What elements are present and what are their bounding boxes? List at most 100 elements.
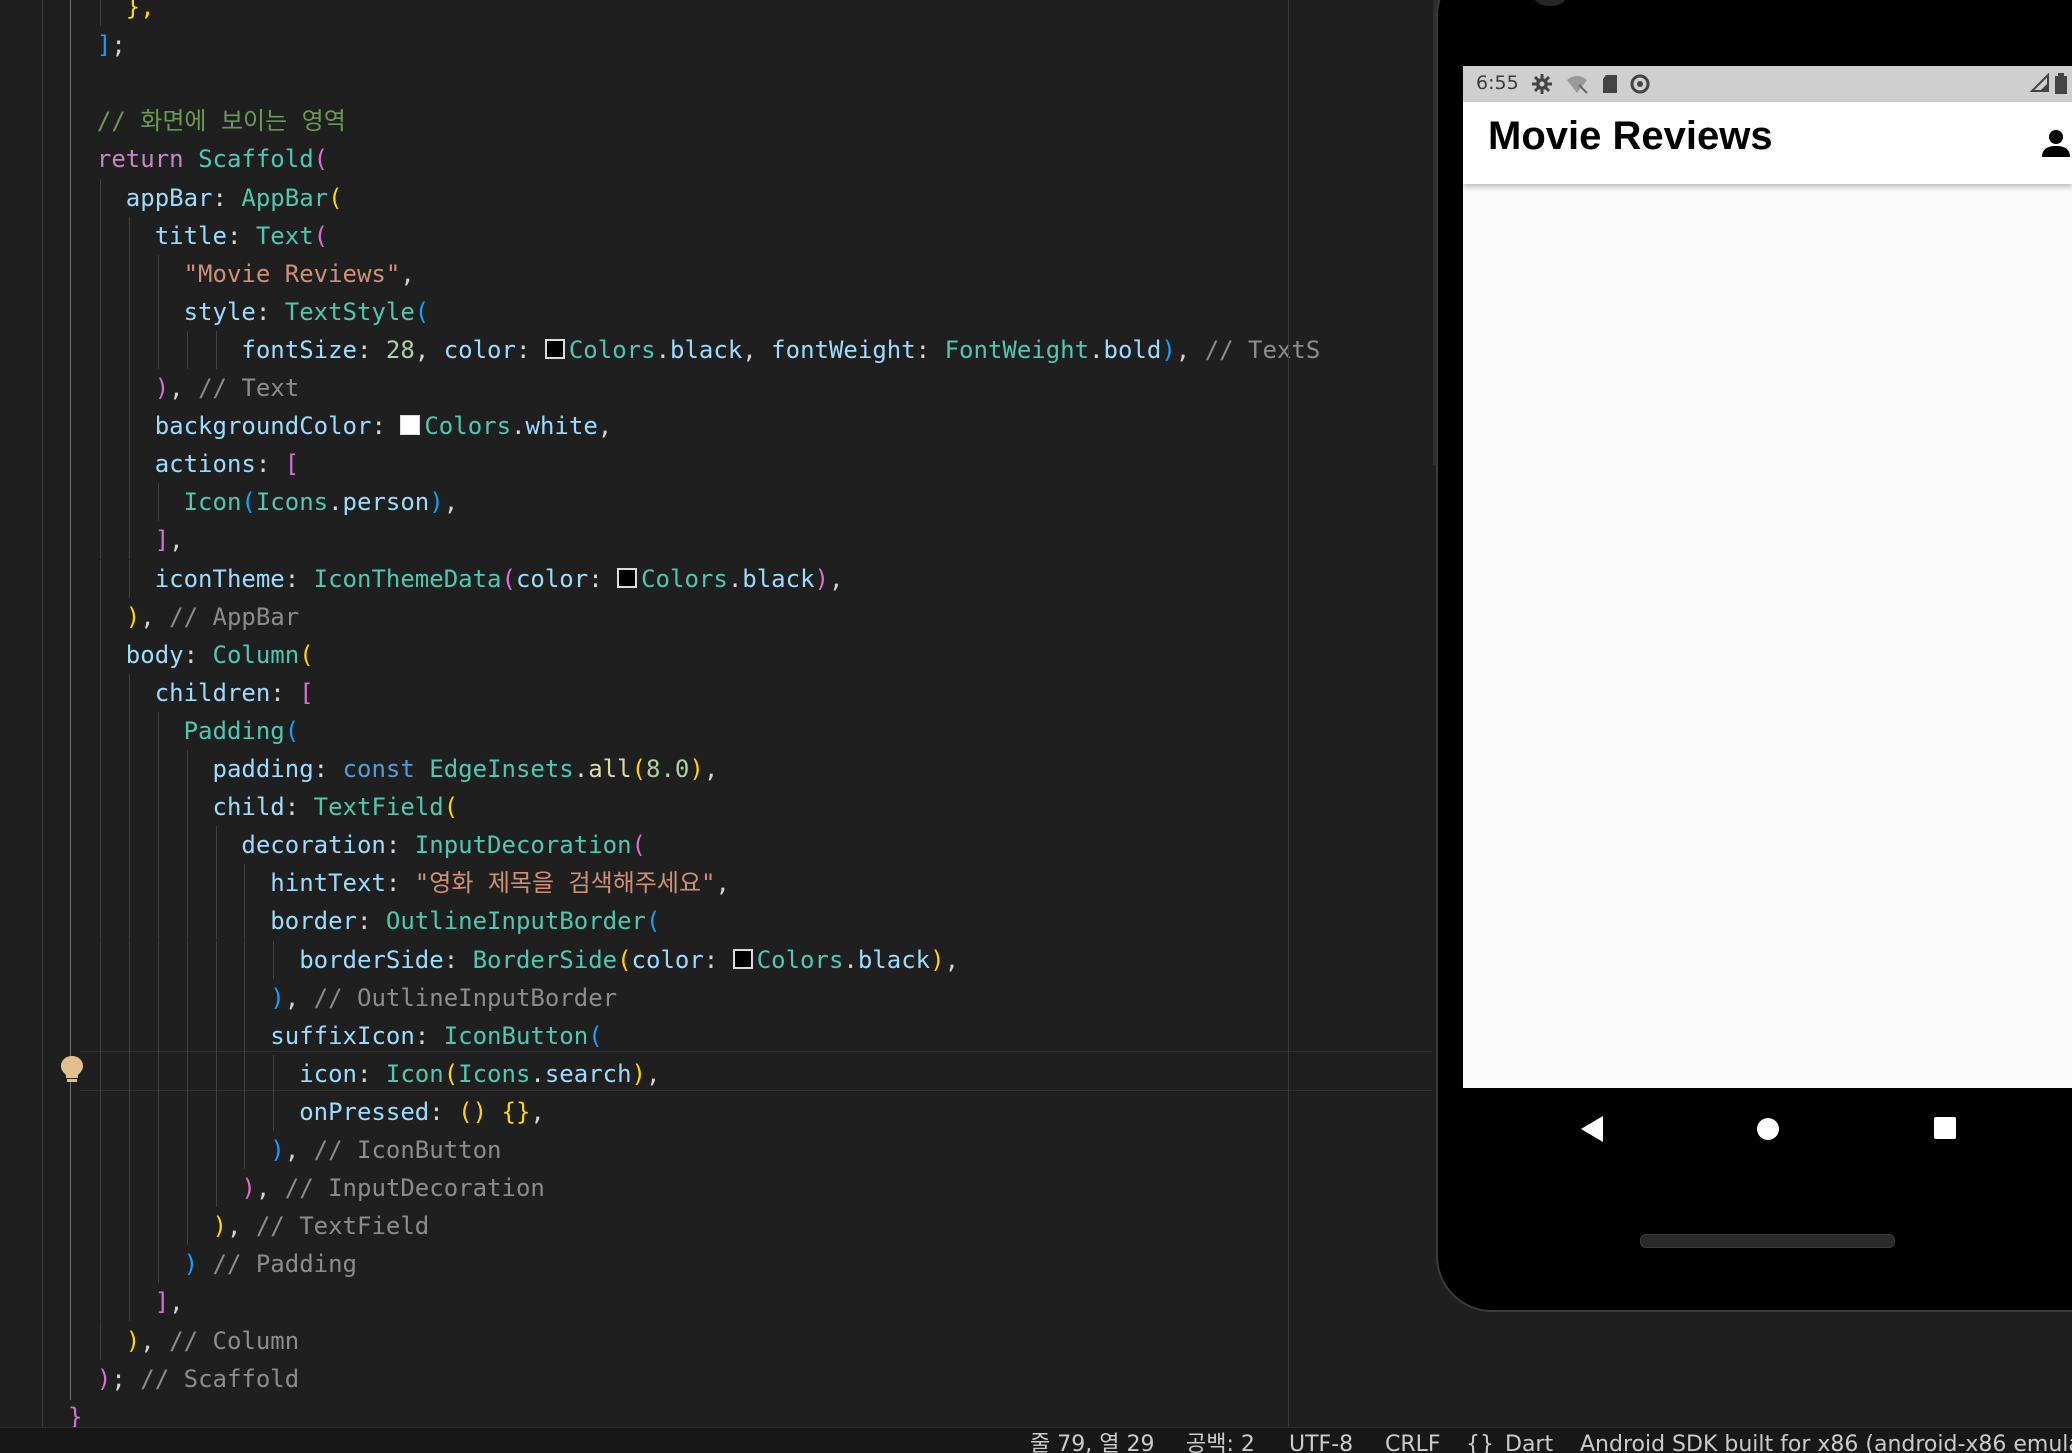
code-line[interactable]: "Movie Reviews",	[68, 255, 415, 293]
indent-guide	[186, 1054, 188, 1093]
code-token: hintText	[270, 869, 386, 898]
code-editor[interactable]: }, ]; // 화면에 보이는 영역 return Scaffold( app…	[0, 0, 1433, 1427]
code-token: (	[284, 716, 300, 745]
code-line[interactable]: suffixIcon: IconButton(	[68, 1017, 602, 1055]
recents-square-icon[interactable]	[1933, 1116, 1957, 1140]
code-token: // AppBar	[169, 602, 300, 631]
lightbulb-icon[interactable]	[58, 1054, 86, 1084]
code-token: .	[655, 335, 671, 364]
indentation[interactable]: 공백: 2	[1186, 1428, 1255, 1453]
indent-guide	[128, 254, 130, 293]
home-circle-icon[interactable]	[1755, 1116, 1781, 1142]
signal-icon	[2030, 73, 2049, 92]
code-token: (	[443, 1059, 459, 1088]
code-token: ,	[140, 602, 170, 631]
code-line[interactable]: padding: const EdgeInsets.all(8.0),	[68, 750, 719, 788]
code-token: Icons	[255, 488, 329, 517]
code-line[interactable]: Padding(	[68, 712, 300, 750]
indent-guide	[99, 597, 101, 636]
code-line[interactable]: ); // Scaffold	[68, 1360, 299, 1398]
code-token: ;	[111, 31, 126, 60]
code-token: :	[385, 869, 415, 898]
indent-guide	[99, 940, 101, 979]
code-line[interactable]: ), // Text	[68, 369, 300, 407]
code-line[interactable]: actions: [	[68, 445, 300, 483]
code-line[interactable]: ), // OutlineInputBorder	[68, 979, 617, 1017]
device-selector[interactable]: Android SDK built for x86 (android-x86 e…	[1580, 1428, 2072, 1453]
indent-guide	[128, 1283, 130, 1322]
code-token: fontSize	[241, 335, 357, 364]
code-token: 8.0	[646, 755, 690, 783]
language-braces-icon: {}	[1466, 1432, 1494, 1453]
code-line[interactable]: Icon(Icons.person),	[68, 483, 459, 521]
indent-guide	[128, 407, 130, 446]
code-line[interactable]: ],	[68, 1283, 184, 1321]
code-token: Colors	[424, 412, 512, 441]
code-line[interactable]: return Scaffold(	[68, 140, 328, 178]
code-line[interactable]: iconTheme: IconThemeData(color: Colors.b…	[68, 560, 844, 598]
indent-guide	[128, 1016, 130, 1055]
language-mode[interactable]: Dart	[1505, 1428, 1553, 1453]
indent-guide	[186, 1207, 188, 1246]
code-line[interactable]: onPressed: () {},	[68, 1093, 545, 1131]
code-line[interactable]: ), // IconButton	[68, 1131, 501, 1169]
code-line[interactable]: // 화면에 보이는 영역	[68, 102, 346, 140]
phone-screen[interactable]: 6:55 Movie Reviews	[1463, 66, 2072, 1088]
code-line[interactable]: ), // InputDecoration	[68, 1169, 544, 1207]
code-line[interactable]: }	[68, 1398, 82, 1427]
indent-guide	[215, 1054, 217, 1093]
code-line[interactable]: ) // Padding	[68, 1245, 357, 1283]
person-icon[interactable]	[2041, 128, 2071, 158]
color-swatch[interactable]	[732, 948, 753, 969]
code-line[interactable]: backgroundColor: Colors.white,	[68, 407, 613, 445]
code-line[interactable]: child: TextField(	[68, 788, 459, 826]
code-line[interactable]: borderSide: BorderSide(color: Colors.bla…	[68, 941, 959, 979]
indent-guide	[99, 711, 101, 750]
code-line[interactable]: ), // AppBar	[68, 598, 299, 636]
code-line[interactable]: body: Column(	[68, 636, 314, 674]
code-line[interactable]: ), // TextField	[68, 1207, 430, 1245]
code-token: },	[125, 0, 155, 21]
code-line[interactable]: fontSize: 28, color: Colors.black, fontW…	[68, 331, 1320, 369]
code-line[interactable]: },	[68, 0, 155, 26]
code-line[interactable]: appBar: AppBar(	[68, 179, 343, 217]
code-line[interactable]: ],	[68, 521, 184, 559]
indent-guide	[99, 673, 101, 712]
code-token: Text	[255, 221, 314, 250]
code-line[interactable]: children: [	[68, 674, 314, 712]
code-token: return	[96, 145, 184, 174]
color-swatch[interactable]	[617, 567, 638, 588]
code-token: .	[1089, 335, 1104, 364]
indent-guide	[244, 940, 246, 979]
encoding[interactable]: UTF-8	[1289, 1428, 1353, 1453]
code-line[interactable]: title: Text(	[68, 217, 328, 255]
code-token: ,	[255, 1174, 285, 1203]
code-token: const	[342, 755, 415, 783]
code-token: )	[96, 1364, 112, 1393]
code-token: )	[689, 755, 704, 783]
code-line[interactable]: style: TextStyle(	[68, 293, 430, 331]
indent-guide	[128, 216, 130, 255]
code-token: :	[443, 945, 473, 974]
color-swatch[interactable]	[544, 338, 565, 359]
cursor-position[interactable]: 줄 79, 열 29	[1030, 1428, 1154, 1453]
line-ending[interactable]: CRLF	[1385, 1428, 1441, 1453]
code-line[interactable]: ];	[68, 26, 126, 64]
code-line[interactable]: hintText: "영화 제목을 검색해주세요",	[68, 864, 730, 902]
code-token: )	[1161, 335, 1176, 364]
code-line[interactable]: decoration: InputDecoration(	[68, 826, 646, 864]
indent-guide	[186, 1169, 188, 1208]
code-line[interactable]: ), // Column	[68, 1322, 299, 1360]
indent-guide	[215, 902, 217, 941]
code-token: title	[154, 221, 227, 250]
indent-guide	[128, 1092, 130, 1131]
color-swatch[interactable]	[400, 415, 421, 436]
code-token: Icons	[458, 1059, 531, 1088]
back-triangle-icon[interactable]	[1579, 1114, 1605, 1144]
